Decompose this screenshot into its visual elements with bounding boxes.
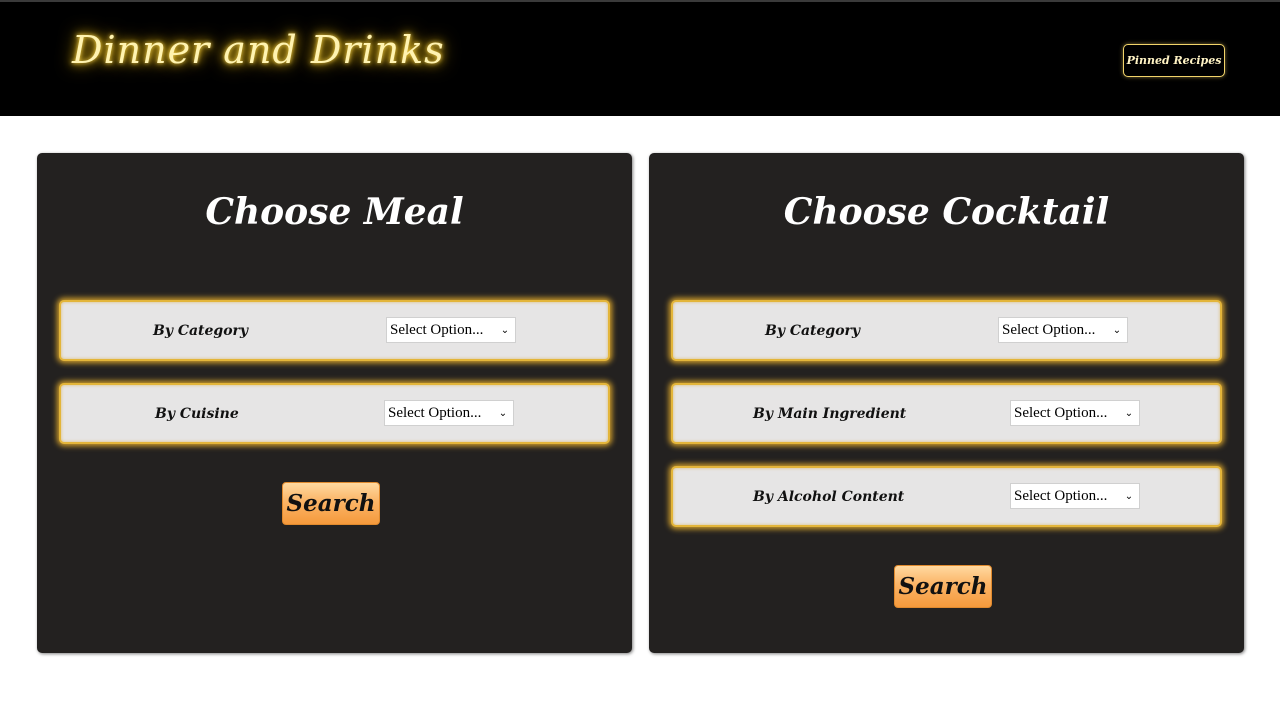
meal-cuisine-row: By Cuisine Select Option... ⌄ [59,383,610,444]
cocktail-alcohol-select[interactable]: Select Option... ⌄ [1010,483,1140,509]
meal-search-button[interactable]: Search [282,482,380,525]
meal-panel: Choose Meal By Category Select Option...… [37,153,632,653]
chevron-down-icon: ⌄ [1112,324,1122,336]
site-header: Dinner and Drinks Pinned Recipes [0,0,1280,116]
chevron-down-icon: ⌄ [1124,490,1134,502]
cocktail-alcohol-select-value: Select Option... [1014,487,1108,504]
cocktail-search-button[interactable]: Search [894,565,992,608]
cocktail-ingredient-select-value: Select Option... [1014,404,1108,421]
cocktail-alcohol-row: By Alcohol Content Select Option... ⌄ [671,466,1222,527]
cocktail-category-select[interactable]: Select Option... ⌄ [998,317,1128,343]
cocktail-category-label: By Category [765,322,861,339]
meal-category-select[interactable]: Select Option... ⌄ [386,317,516,343]
meal-cuisine-select-value: Select Option... [388,404,482,421]
cocktail-ingredient-select[interactable]: Select Option... ⌄ [1010,400,1140,426]
cocktail-category-select-value: Select Option... [1002,321,1096,338]
chevron-down-icon: ⌄ [1124,407,1134,419]
meal-category-label: By Category [153,322,249,339]
chevron-down-icon: ⌄ [498,407,508,419]
meal-category-row: By Category Select Option... ⌄ [59,300,610,361]
cocktail-ingredient-label: By Main Ingredient [753,405,907,422]
meal-panel-title: Choose Meal [205,191,464,233]
cocktail-panel-title: Choose Cocktail [783,191,1110,233]
meal-cuisine-select[interactable]: Select Option... ⌄ [384,400,514,426]
chevron-down-icon: ⌄ [500,324,510,336]
cocktail-panel: Choose Cocktail By Category Select Optio… [649,153,1244,653]
meal-category-select-value: Select Option... [390,321,484,338]
cocktail-alcohol-label: By Alcohol Content [753,488,905,505]
site-logo[interactable]: Dinner and Drinks [72,28,445,72]
cocktail-ingredient-row: By Main Ingredient Select Option... ⌄ [671,383,1222,444]
meal-cuisine-label: By Cuisine [155,405,239,422]
cocktail-category-row: By Category Select Option... ⌄ [671,300,1222,361]
pinned-recipes-button[interactable]: Pinned Recipes [1123,44,1225,77]
